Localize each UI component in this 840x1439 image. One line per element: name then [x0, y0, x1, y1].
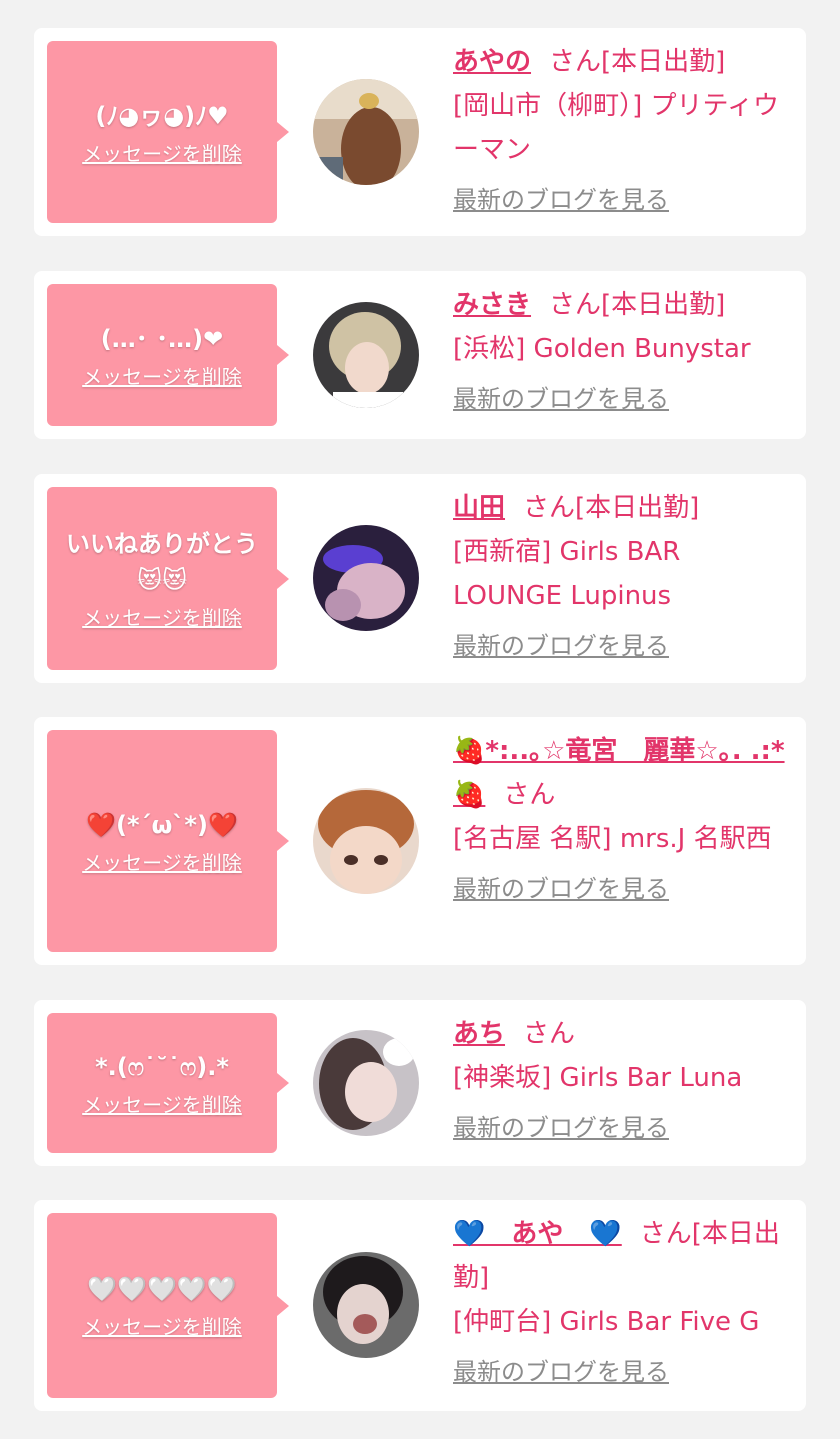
girl-name-link[interactable]: 💙 あや 💙 [453, 1219, 622, 1249]
girl-info: あやの さん[本日出勤] [岡山市（柳町）] プリティウーマン 最新のブログを見る [453, 40, 793, 222]
girl-info: みさき さん[本日出勤] [浜松] Golden Bunystar 最新のブログを… [453, 283, 793, 421]
avatar[interactable] [313, 79, 419, 185]
girl-status: さん[本日出勤] [549, 290, 726, 320]
shop-label: [西新宿] Girls BAR LOUNGE Lupinus [453, 537, 681, 611]
latest-blog-link[interactable]: 最新のブログを見る [453, 867, 669, 911]
message-bubble: 🤍🤍🤍🤍🤍 メッセージを削除 [47, 1213, 289, 1398]
girl-status: さん [503, 780, 556, 810]
avatar[interactable] [313, 302, 419, 408]
delete-message-link[interactable]: メッセージを削除 [82, 361, 242, 390]
latest-blog-link[interactable]: 最新のブログを見る [453, 178, 669, 222]
avatar[interactable] [313, 1252, 419, 1358]
message-text: 🤍🤍🤍🤍🤍 [87, 1275, 237, 1303]
message-text: *.(ෆ˙˘˙ෆ).* [95, 1052, 229, 1081]
delete-message-link[interactable]: メッセージを削除 [82, 1089, 242, 1118]
delete-message-link[interactable]: メッセージを削除 [82, 847, 242, 876]
girl-info: 🍓*:..｡☆竜宮 麗華☆｡. .:*🍓 さん [名古屋 名駅] mrs.J 名駅… [453, 729, 793, 911]
delete-message-link[interactable]: メッセージを削除 [82, 1311, 242, 1340]
girl-name-link[interactable]: あやの [453, 47, 531, 77]
girl-info: 💙 あや 💙 さん[本日出勤] [仲町台] Girls Bar Five G 最新… [453, 1212, 793, 1394]
message-bubble: (…･ ･…)❤ メッセージを削除 [47, 284, 289, 426]
avatar[interactable] [313, 788, 419, 894]
avatar[interactable] [313, 525, 419, 631]
girl-status: さん [523, 1019, 576, 1049]
shop-label: [岡山市（柳町）] プリティウーマン [453, 91, 779, 165]
girl-info: あち さん [神楽坂] Girls Bar Luna 最新のブログを見る [453, 1012, 793, 1150]
message-bubble: (ﾉ◕ヮ◕)ﾉ♥ メッセージを削除 [47, 41, 289, 223]
message-card: ❤️(*´ω`*)❤️ メッセージを削除 🍓*:..｡☆竜宮 麗華☆｡. .:*… [34, 717, 806, 965]
girl-name-link[interactable]: みさき [453, 290, 531, 320]
girl-name-link[interactable]: あち [453, 1019, 505, 1049]
latest-blog-link[interactable]: 最新のブログを見る [453, 377, 669, 421]
delete-message-link[interactable]: メッセージを削除 [82, 602, 242, 631]
message-card: いいねありがとう😻😻 メッセージを削除 山田 さん[本日出勤] [西新宿] Gir… [34, 474, 806, 683]
shop-label: [神楽坂] Girls Bar Luna [453, 1063, 743, 1093]
girl-status: さん[本日出勤] [549, 47, 726, 77]
message-card: *.(ෆ˙˘˙ෆ).* メッセージを削除 あち さん [神楽坂] Girls Ba… [34, 1000, 806, 1166]
message-bubble: *.(ෆ˙˘˙ෆ).* メッセージを削除 [47, 1013, 289, 1153]
message-bubble: いいねありがとう😻😻 メッセージを削除 [47, 487, 289, 670]
shop-label: [仲町台] Girls Bar Five G [453, 1307, 760, 1337]
message-card: (…･ ･…)❤ メッセージを削除 みさき さん[本日出勤] [浜松] Golde… [34, 271, 806, 439]
delete-message-link[interactable]: メッセージを削除 [82, 138, 242, 167]
message-text: ❤️(*´ω`*)❤️ [86, 810, 238, 839]
message-text: (ﾉ◕ヮ◕)ﾉ♥ [95, 101, 229, 130]
girl-name-link[interactable]: 山田 [453, 493, 505, 523]
avatar[interactable] [313, 1030, 419, 1136]
message-text: いいねありがとう😻😻 [66, 530, 258, 594]
girl-info: 山田 さん[本日出勤] [西新宿] Girls BAR LOUNGE Lupinu… [453, 486, 793, 668]
latest-blog-link[interactable]: 最新のブログを見る [453, 1350, 669, 1394]
message-bubble: ❤️(*´ω`*)❤️ メッセージを削除 [47, 730, 289, 952]
girl-status: さん[本日出勤] [523, 493, 700, 523]
latest-blog-link[interactable]: 最新のブログを見る [453, 624, 669, 668]
latest-blog-link[interactable]: 最新のブログを見る [453, 1106, 669, 1150]
shop-label: [浜松] Golden Bunystar [453, 334, 751, 364]
shop-label: [名古屋 名駅] mrs.J 名駅西 [453, 824, 772, 854]
message-card: (ﾉ◕ヮ◕)ﾉ♥ メッセージを削除 あやの さん[本日出勤] [岡山市（柳町）] … [34, 28, 806, 236]
message-card: 🤍🤍🤍🤍🤍 メッセージを削除 💙 あや 💙 さん[本日出勤] [仲町台] Girl… [34, 1200, 806, 1411]
message-text: (…･ ･…)❤ [100, 324, 224, 353]
